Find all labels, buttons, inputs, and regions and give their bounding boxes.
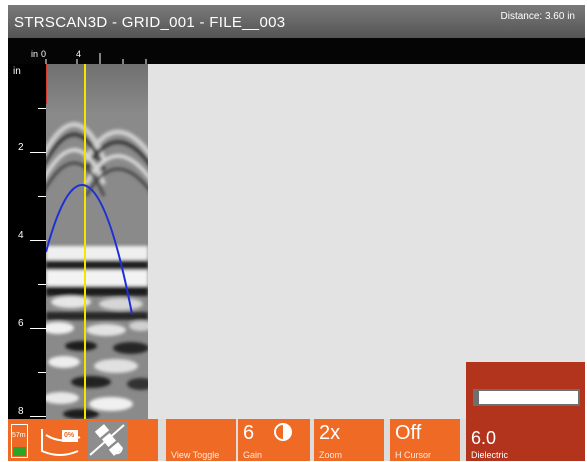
- zoom-value: 2x: [319, 422, 341, 444]
- depth-label-2: 2: [18, 142, 24, 153]
- ruler-ticks-graphic: [45, 53, 147, 64]
- contrast-icon: [274, 423, 292, 441]
- dielectric-slider-handle[interactable]: [475, 391, 479, 404]
- view-toggle-button[interactable]: View Toggle: [166, 419, 236, 461]
- dielectric-label: Dielectric: [471, 450, 509, 460]
- gain-value: 6: [243, 422, 255, 444]
- radar-scan-view[interactable]: [46, 64, 148, 419]
- app-window: STRSCAN3D - GRID_001 - FILE__003 Distanc…: [8, 5, 585, 461]
- h-cursor-label: H Cursor: [395, 450, 432, 460]
- zoom-label: Zoom: [319, 450, 343, 460]
- storage-percent-label: 0%: [64, 432, 75, 439]
- status-panel: 57m 0%: [8, 419, 158, 461]
- depth-unit-label: in: [13, 66, 21, 77]
- depth-tick-2: [30, 152, 46, 153]
- h-cursor-value: Off: [395, 422, 422, 444]
- depth-minor-tick: [38, 108, 46, 109]
- depth-scale: in 2 4 6 8: [8, 64, 46, 419]
- gain-label: Gain: [243, 450, 263, 460]
- depth-label-8: 8: [18, 406, 24, 417]
- depth-label-6: 6: [18, 318, 24, 329]
- gps-satellite-icon: [88, 421, 128, 459]
- dielectric-slider[interactable]: [473, 389, 580, 406]
- depth-minor-tick: [38, 196, 46, 197]
- depth-tick-8: [30, 416, 46, 417]
- depth-label-4: 4: [18, 230, 24, 241]
- depth-tick-6: [30, 328, 46, 329]
- battery-icon: 57m: [11, 424, 28, 458]
- gain-button[interactable]: 6 Gain: [238, 419, 310, 461]
- depth-minor-tick: [38, 284, 46, 285]
- dielectric-value: 6.0: [471, 428, 497, 448]
- radar-scan-image[interactable]: [46, 64, 148, 419]
- dielectric-panel[interactable]: 6.0 Dielectric: [466, 362, 585, 461]
- zoom-button[interactable]: 2x Zoom: [314, 419, 384, 461]
- depth-minor-tick: [38, 372, 46, 373]
- title-bar: STRSCAN3D - GRID_001 - FILE__003 Distanc…: [8, 5, 585, 38]
- depth-tick-4: [30, 240, 46, 241]
- battery-time-label: 57m: [12, 432, 26, 439]
- h-cursor-button[interactable]: Off H Cursor: [390, 419, 460, 461]
- horizontal-ruler: in 0 4: [8, 38, 585, 64]
- distance-readout: Distance: 3.60 in: [500, 11, 576, 22]
- app-title: STRSCAN3D - GRID_001 - FILE__003: [14, 14, 286, 31]
- storage-icon: 0%: [38, 427, 82, 457]
- view-toggle-label: View Toggle: [171, 450, 220, 460]
